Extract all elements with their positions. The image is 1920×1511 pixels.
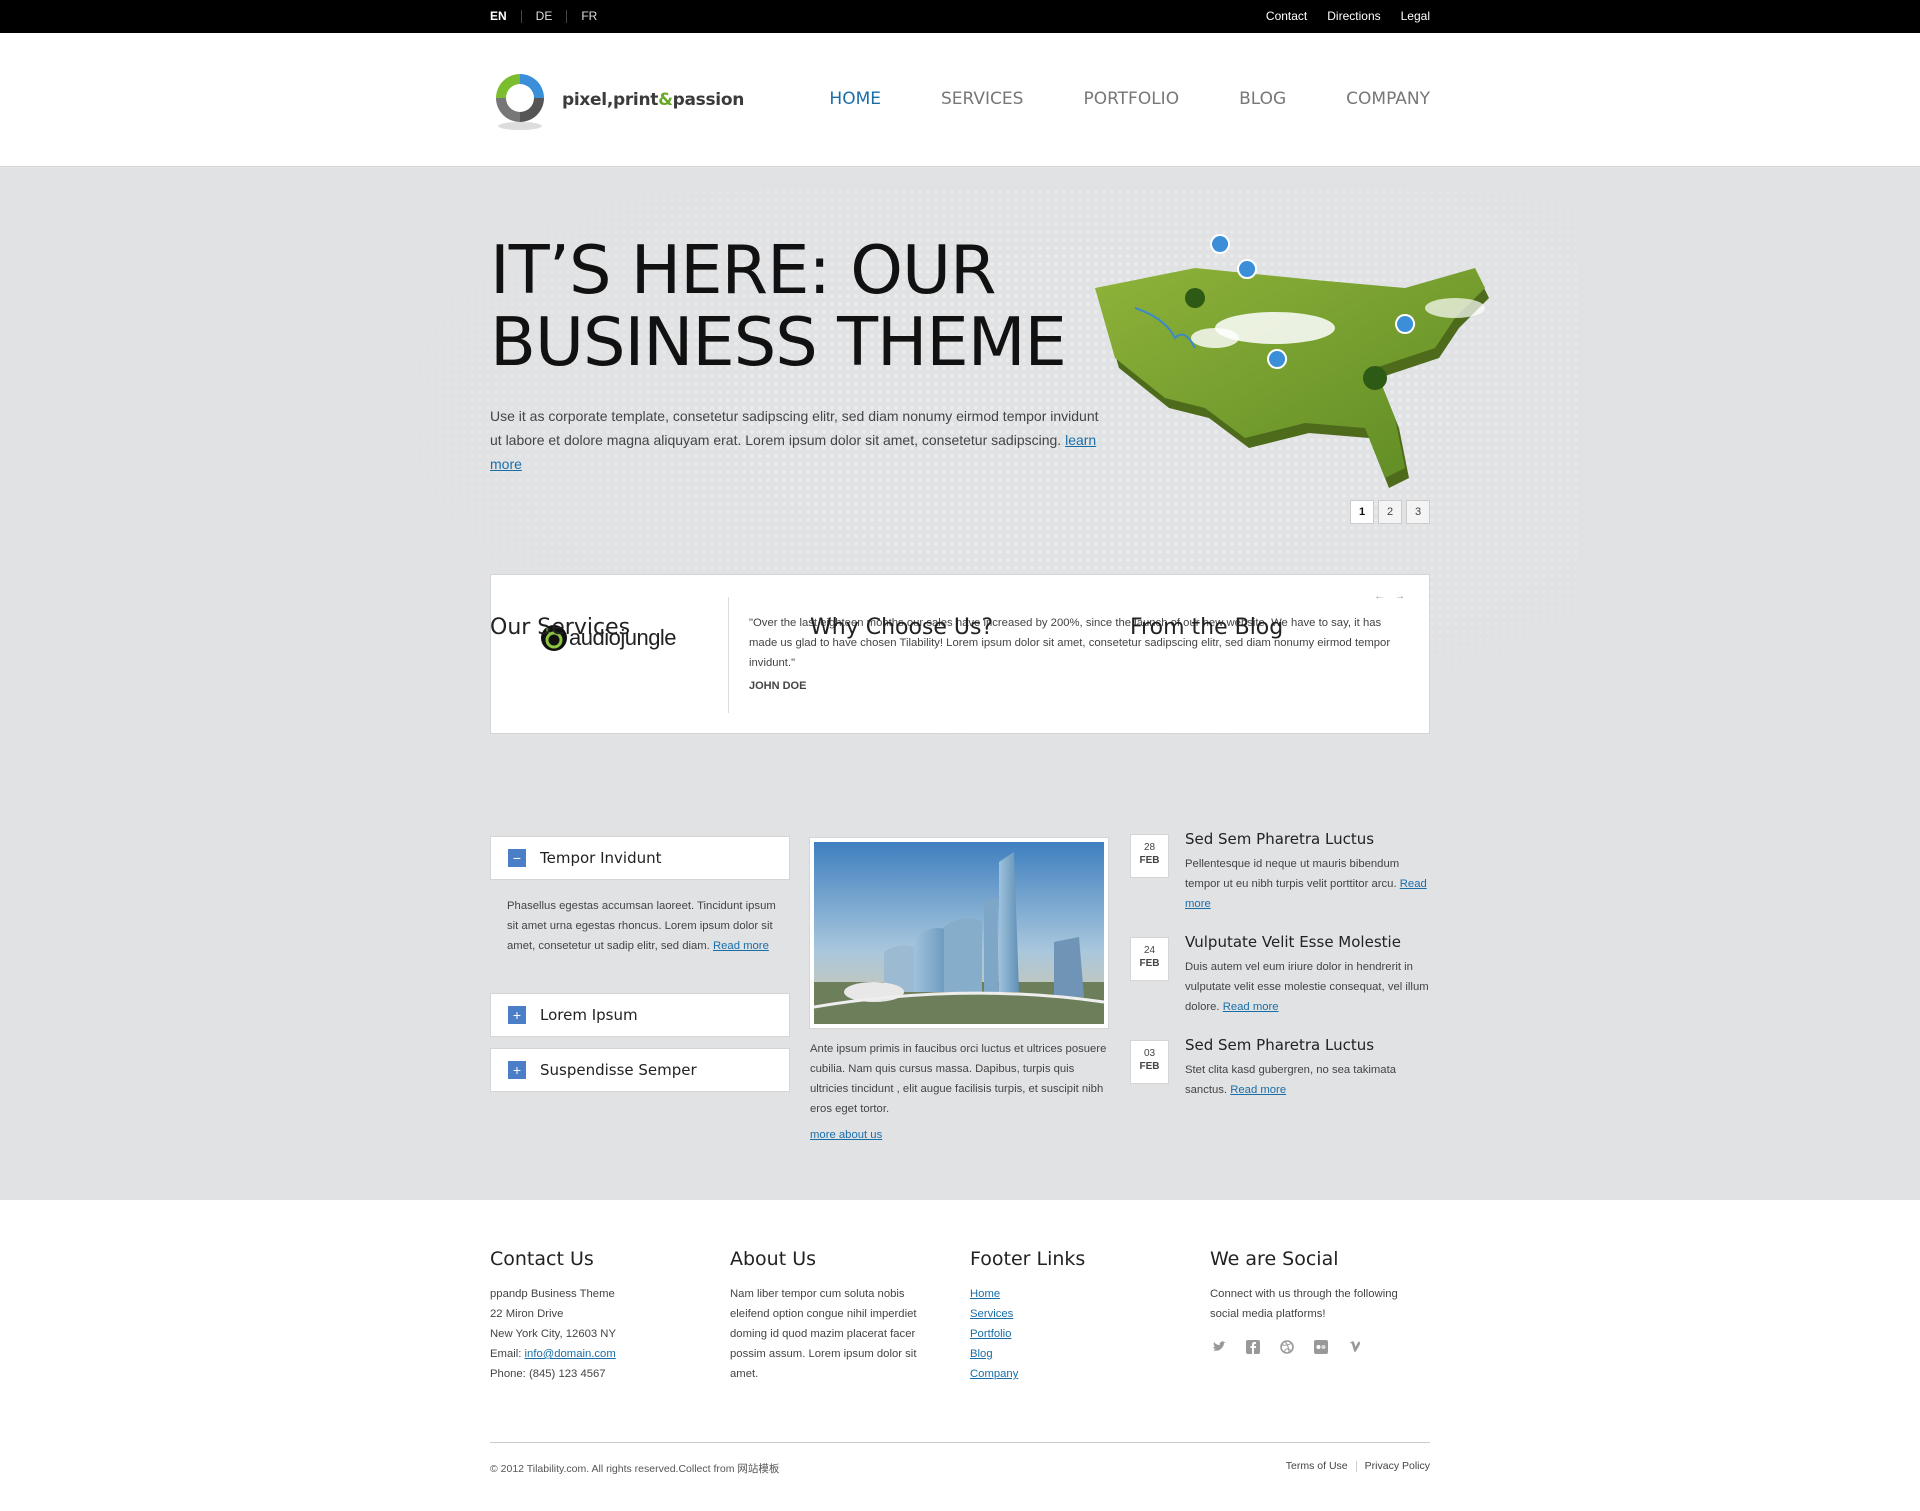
facebook-icon[interactable] [1244,1338,1262,1356]
footer-about: About Us Nam liber tempor cum soluta nob… [730,1248,940,1384]
slider-page-3[interactable]: 3 [1406,500,1430,524]
accordion-label: Suspendisse Semper [540,1061,697,1079]
blog-post: 24 FEB Vulputate Velit Esse Molestie Duis… [1130,933,1430,1033]
plus-icon: + [508,1006,526,1024]
footer-contact-heading: Contact Us [490,1248,594,1270]
blog-read-more-link[interactable]: Read more [1223,1001,1279,1013]
hero-title: IT’S HERE: OUR BUSINESS THEME [490,231,1067,381]
dribbble-icon[interactable] [1278,1338,1296,1356]
slider-page-1[interactable]: 1 [1350,500,1374,524]
services-read-more-link[interactable]: Read more [713,940,769,952]
testimonial-arrows-icon[interactable]: ← → [1374,591,1409,602]
social-icons [1210,1338,1420,1356]
blog-post-excerpt: Duis autem vel eum iriure dolor in hendr… [1185,961,1429,1013]
language-de[interactable]: DE [520,10,567,23]
terms-of-use-link[interactable]: Terms of Use [1278,1461,1356,1472]
footer-contact: Contact Us ppandp Business Theme 22 Miro… [490,1248,700,1384]
logo[interactable]: pixel,print&passion [490,68,744,132]
testimonial-author: JOHN DOE [749,680,807,692]
logo-swirl-icon [490,68,550,132]
nav-home[interactable]: HOME [829,89,881,109]
blog-heading: From the Blog [1130,615,1284,640]
why-text: Ante ipsum primis in faucibus orci luctu… [810,1043,1107,1115]
footer-links-heading: Footer Links [970,1248,1086,1270]
footer-email-link[interactable]: info@domain.com [525,1348,616,1360]
date-badge: 28 FEB [1130,834,1169,878]
footer-about-text: Nam liber tempor cum soluta nobis eleife… [730,1288,917,1380]
accordion-label: Tempor Invidunt [540,849,662,867]
building-image [810,838,1108,1028]
usa-map-image [1075,228,1535,528]
blog-read-more-link[interactable]: Read more [1230,1084,1286,1096]
hero-text: Use it as corporate template, consetetur… [490,408,1099,472]
flickr-icon[interactable] [1312,1338,1330,1356]
footer-link-portfolio[interactable]: Portfolio [970,1324,1180,1344]
accordion-item-suspendisse-semper[interactable]: + Suspendisse Semper [490,1048,790,1092]
blog-post: 03 FEB Sed Sem Pharetra Luctus Stet clita… [1130,1036,1430,1116]
slider-page-2[interactable]: 2 [1378,500,1402,524]
privacy-policy-link[interactable]: Privacy Policy [1355,1461,1430,1472]
footer-link-services[interactable]: Services [970,1304,1180,1324]
language-switcher: EN DE FR [490,10,611,23]
slider-pagination: 1 2 3 [1350,500,1430,524]
main-nav: HOME SERVICES PORTFOLIO BLOG COMPANY [829,89,1430,109]
language-fr[interactable]: FR [566,10,611,23]
top-links: Contact Directions Legal [1266,10,1430,23]
nav-services[interactable]: SERVICES [941,89,1023,109]
blog-post-title[interactable]: Sed Sem Pharetra Luctus [1185,1036,1430,1054]
footer-divider [490,1442,1430,1443]
twitter-icon[interactable] [1210,1338,1228,1356]
top-bar: EN DE FR Contact Directions Legal [0,0,1920,33]
services-heading: Our Services [490,615,631,640]
copyright: © 2012 Tilability.com. All rights reserv… [490,1463,780,1475]
blog-post-excerpt: Pellentesque id neque ut mauris bibendum… [1185,858,1427,910]
more-about-us-link[interactable]: more about us [810,1129,882,1141]
top-link-legal[interactable]: Legal [1401,10,1430,23]
testimonial-box: audiojungle "Over the last eighteen mont… [490,574,1430,734]
nav-company[interactable]: COMPANY [1346,89,1430,109]
accordion-item-lorem-ipsum[interactable]: + Lorem Ipsum [490,993,790,1037]
plus-icon: + [508,1061,526,1079]
footer-social-text: Connect with us through the following so… [1210,1288,1398,1320]
footer-link-company[interactable]: Company [970,1364,1180,1384]
blog-post-title[interactable]: Sed Sem Pharetra Luctus [1185,830,1430,848]
vimeo-icon[interactable] [1346,1338,1364,1356]
blog-post: 28 FEB Sed Sem Pharetra Luctus Pellentesq… [1130,830,1430,930]
nav-portfolio[interactable]: PORTFOLIO [1083,89,1179,109]
footer-link-blog[interactable]: Blog [970,1344,1180,1364]
minus-icon: − [508,849,526,867]
blog-post-title[interactable]: Vulputate Velit Esse Molestie [1185,933,1430,951]
footer-about-heading: About Us [730,1248,817,1270]
footer-contact-body: ppandp Business Theme 22 Miron Drive New… [490,1288,617,1380]
top-link-contact[interactable]: Contact [1266,10,1307,23]
accordion-body: Phasellus egestas accumsan laoreet. Tinc… [507,900,776,952]
language-en[interactable]: EN [490,10,521,23]
footer-social-heading: We are Social [1210,1248,1339,1270]
why-heading: Why Choose Us? [810,615,994,640]
accordion-item-tempor-invidunt[interactable]: − Tempor Invidunt [490,836,790,880]
footer-link-home[interactable]: Home [970,1284,1180,1304]
nav-blog[interactable]: BLOG [1239,89,1286,109]
site-footer: Contact Us ppandp Business Theme 22 Miro… [0,1200,1920,1511]
blog-post-excerpt: Stet clita kasd gubergren, no sea takima… [1185,1064,1396,1096]
site-header: pixel,print&passion HOME SERVICES PORTFO… [0,33,1920,167]
date-badge: 03 FEB [1130,1040,1169,1084]
testimonial-divider [728,597,729,713]
footer-links: Footer Links Home Services Portfolio Blo… [970,1248,1180,1384]
accordion-label: Lorem Ipsum [540,1006,638,1024]
footer-social: We are Social Connect with us through th… [1210,1248,1420,1356]
logo-text: pixel,print&passion [562,90,745,110]
date-badge: 24 FEB [1130,937,1169,981]
top-link-directions[interactable]: Directions [1327,10,1380,23]
legal-links: Terms of Use Privacy Policy [1278,1461,1430,1472]
